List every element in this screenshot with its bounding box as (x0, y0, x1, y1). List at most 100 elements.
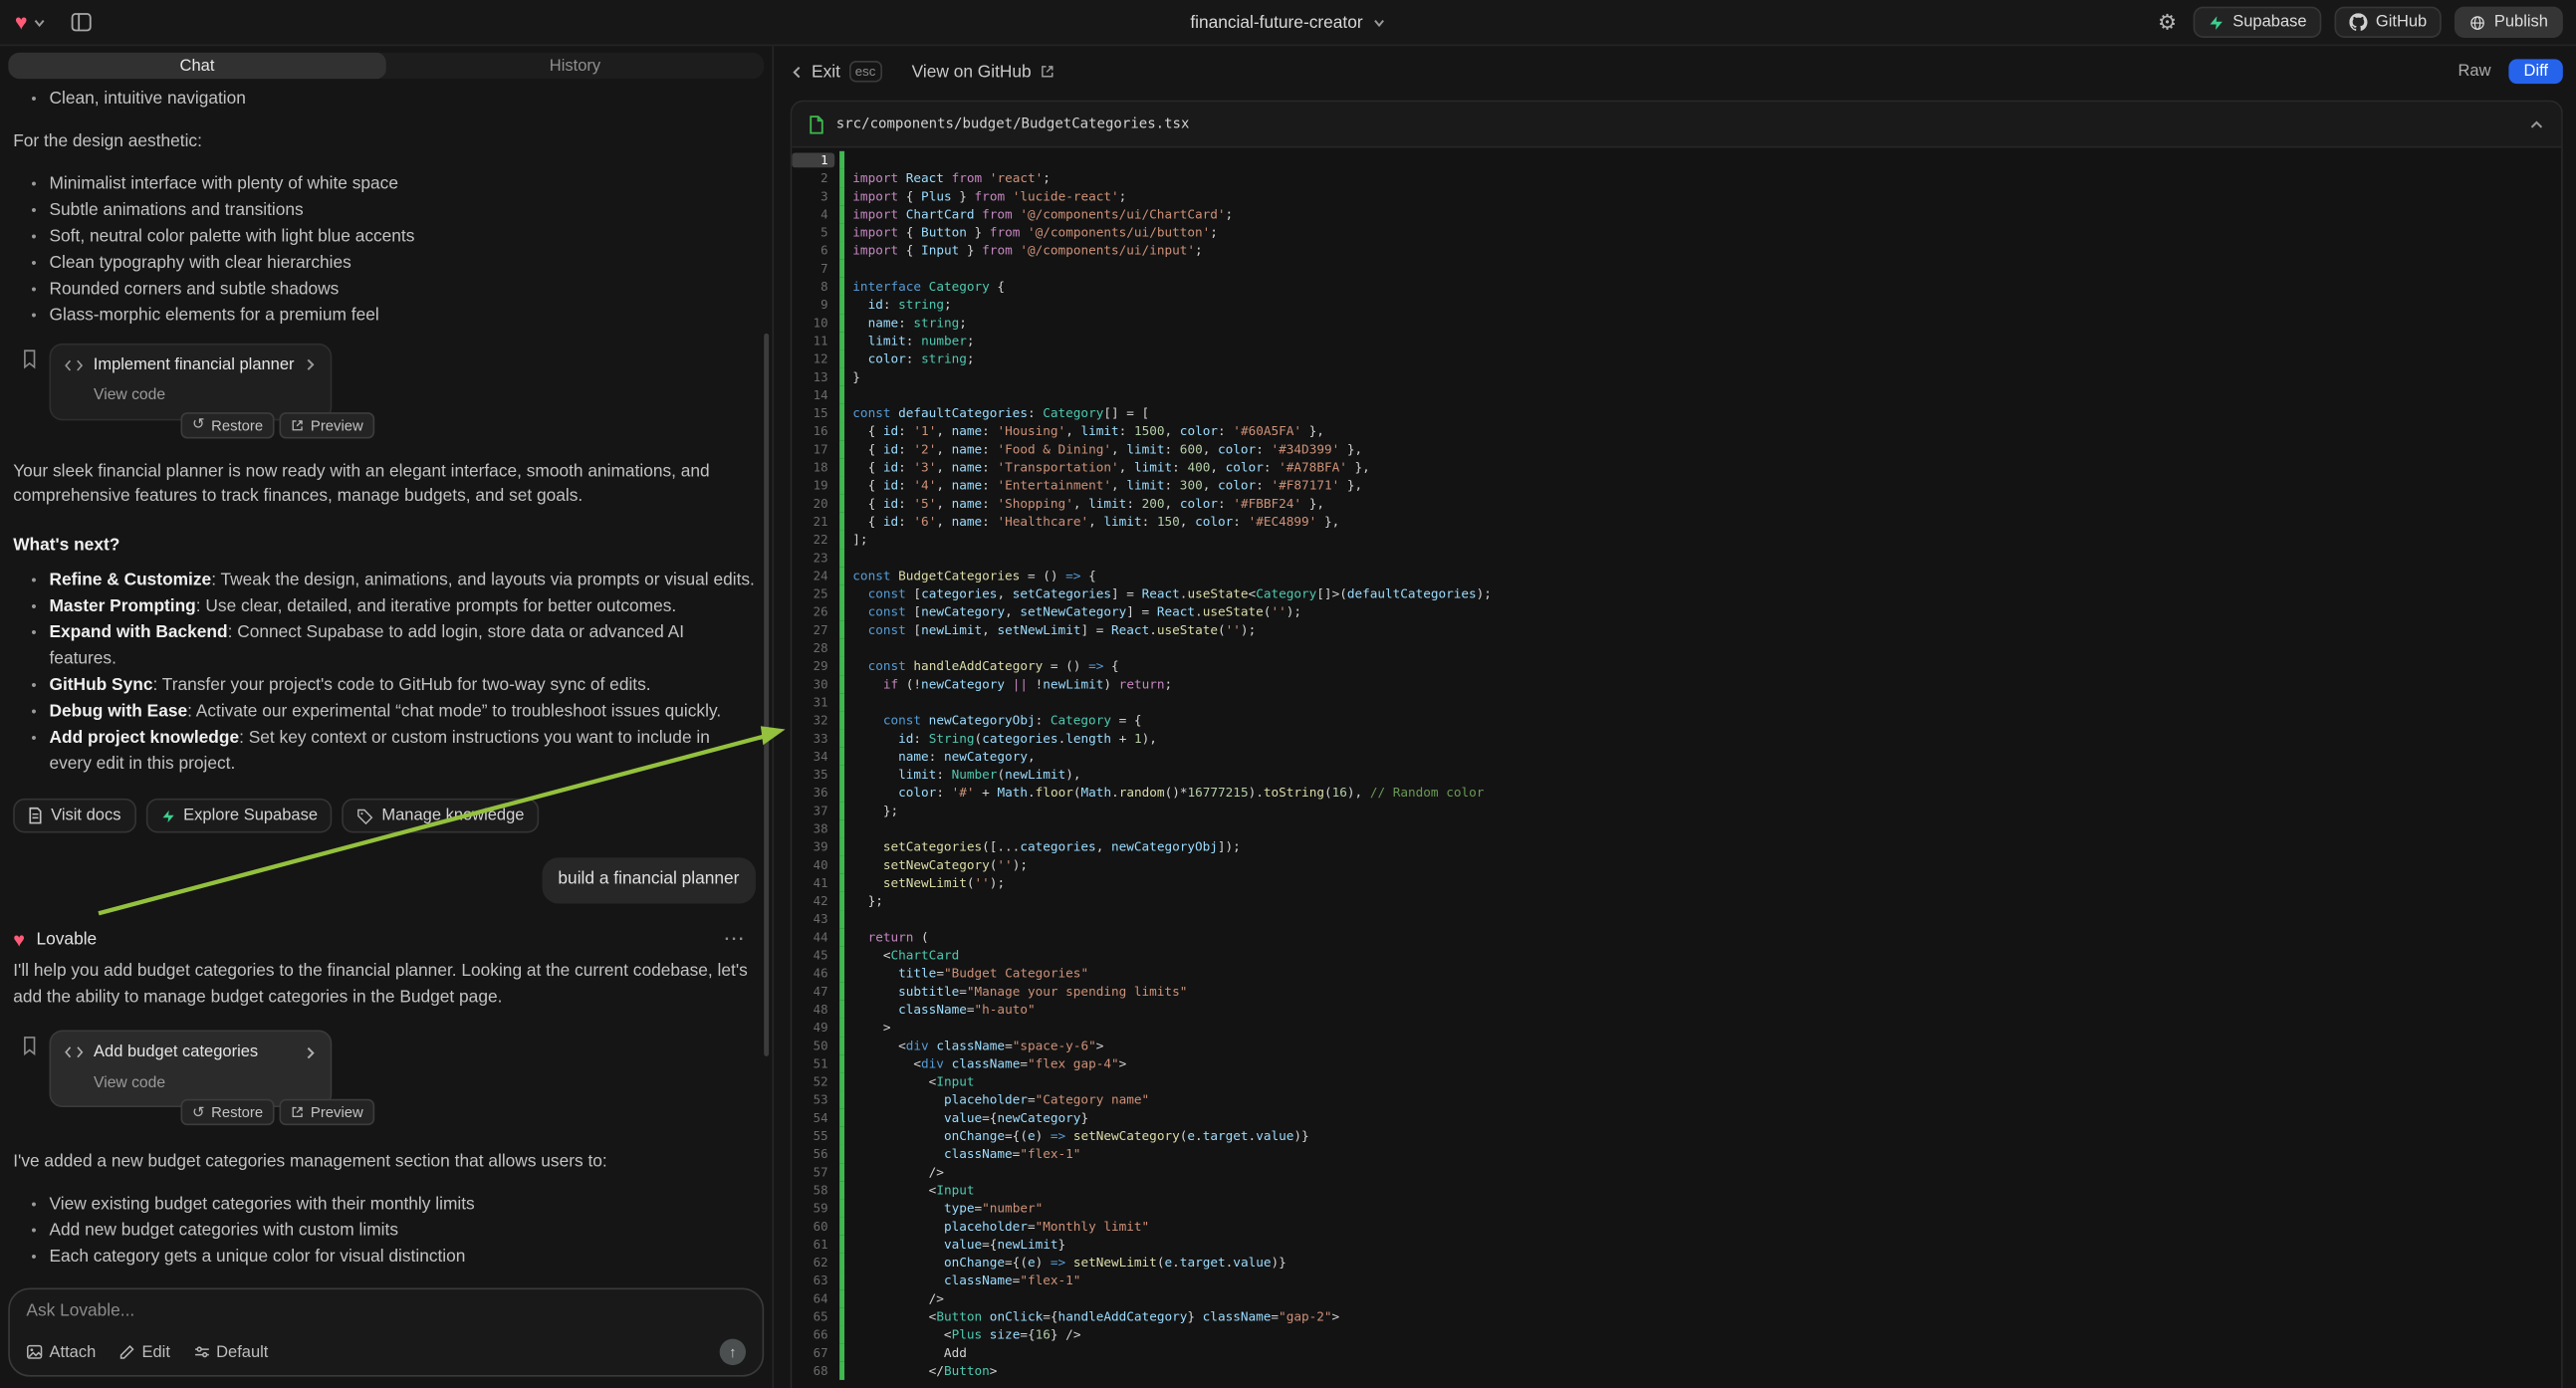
restore-button[interactable]: ↺ Restore (180, 1099, 274, 1125)
tag-icon (357, 808, 373, 823)
workspace-menu-button[interactable]: ♥ (15, 12, 46, 33)
card-title: Add budget categories (94, 1040, 294, 1065)
code-text: <ChartCard (852, 946, 959, 964)
line-number: 35 (792, 768, 834, 783)
diff-added-marker (839, 440, 844, 458)
restore-button[interactable]: ↺ Restore (180, 411, 274, 437)
code-text: placeholder="Monthly limit" (852, 1218, 1149, 1236)
line-number: 16 (792, 424, 834, 439)
code-line: 64 /> (792, 1289, 2561, 1307)
code-line: 9 id: string; (792, 296, 2561, 314)
diff-added-marker (839, 260, 844, 278)
github-button[interactable]: GitHub (2335, 7, 2442, 38)
version-card-add-budget-categories[interactable]: Add budget categories View code (49, 1030, 332, 1107)
project-switcher[interactable]: financial-future-creator (1190, 0, 1385, 45)
file-header[interactable]: src/components/budget/BudgetCategories.t… (792, 102, 2561, 147)
code-text: onChange={(e) => setNewLimit(e.target.va… (852, 1254, 1286, 1272)
list-item: Add new budget categories with custom li… (13, 1217, 756, 1243)
code-text: id: string; (852, 296, 951, 314)
code-text: return ( (852, 928, 928, 946)
code-line: 33 id: String(categories.length + 1), (792, 730, 2561, 748)
code-line: 60 placeholder="Monthly limit" (792, 1218, 2561, 1236)
code-text: import { Plus } from 'lucide-react'; (852, 187, 1126, 205)
code-text: name: newCategory, (852, 748, 1035, 766)
code-line: 7 (792, 260, 2561, 278)
code-text: const [categories, setCategories] = Reac… (852, 584, 1492, 602)
code-panel: Exit esc View on GitHub Raw Diff (772, 46, 2576, 1388)
code-text: import { Input } from '@/components/ui/i… (852, 242, 1202, 260)
edit-button[interactable]: Edit (118, 1343, 170, 1361)
list-item: Each category gets a unique color for vi… (13, 1243, 756, 1269)
line-number: 13 (792, 369, 834, 384)
preview-button[interactable]: Preview (280, 1099, 375, 1125)
code-text: placeholder="Category name" (852, 1091, 1149, 1109)
external-link-icon (291, 418, 304, 431)
line-number: 12 (792, 351, 834, 366)
code-text: setNewCategory(''); (852, 856, 1028, 874)
code-line: 18 { id: '3', name: 'Transportation', li… (792, 458, 2561, 476)
line-number: 20 (792, 496, 834, 511)
diff-added-marker (839, 476, 844, 494)
publish-button[interactable]: Publish (2455, 7, 2563, 38)
code-line: 10 name: string; (792, 314, 2561, 332)
list-item: Rounded corners and subtle shadows (13, 275, 756, 301)
code-text: value={newLimit} (852, 1236, 1065, 1254)
line-number: 28 (792, 640, 834, 655)
code-line: 54 value={newCategory} (792, 1109, 2561, 1127)
app-window: ♥ financial-future-creator ⚙ Supa (0, 0, 2576, 1388)
version-card-implement-financial-planner[interactable]: Implement financial planner View code (49, 343, 332, 420)
mode-selector[interactable]: Default (193, 1343, 268, 1361)
bookmark-icon[interactable] (21, 347, 37, 368)
diff-added-marker (839, 1362, 844, 1380)
code-line: 11 limit: number; (792, 332, 2561, 349)
chat-input[interactable] (26, 1301, 746, 1326)
message-more-options-icon[interactable]: ··· (725, 927, 756, 953)
code-text: { id: '3', name: 'Transportation', limit… (852, 458, 1369, 476)
diff-toggle[interactable]: Diff (2509, 59, 2563, 84)
raw-toggle[interactable]: Raw (2440, 63, 2508, 81)
line-number: 60 (792, 1219, 834, 1234)
list-item: Clean, intuitive navigation (13, 86, 756, 112)
code-icon (64, 1045, 84, 1060)
supabase-label: Supabase (2232, 13, 2306, 31)
code-line: 66 <Plus size={16} /> (792, 1325, 2561, 1343)
toggle-sidebar-icon[interactable] (70, 12, 91, 33)
code-line: 24const BudgetCategories = () => { (792, 567, 2561, 584)
line-number: 17 (792, 442, 834, 457)
code-text: const handleAddCategory = () => { (852, 657, 1118, 675)
view-on-github-link[interactable]: View on GitHub (912, 62, 1054, 82)
tab-history[interactable]: History (386, 53, 764, 79)
view-code-link[interactable]: View code (94, 1070, 317, 1096)
attach-button[interactable]: Attach (26, 1343, 96, 1361)
line-number: 8 (792, 279, 834, 294)
settings-gear-icon[interactable]: ⚙ (2158, 9, 2177, 35)
code-line: 59 type="number" (792, 1199, 2561, 1217)
explore-supabase-button[interactable]: Explore Supabase (145, 799, 333, 833)
visit-docs-button[interactable]: Visit docs (13, 799, 135, 833)
view-on-github-label: View on GitHub (912, 62, 1032, 82)
view-code-link[interactable]: View code (94, 382, 317, 408)
document-icon (28, 807, 43, 824)
manage-knowledge-button[interactable]: Manage knowledge (343, 799, 540, 833)
code-text: const defaultCategories: Category[] = [ (852, 404, 1149, 422)
diff-added-marker (839, 910, 844, 928)
chevron-up-icon[interactable] (2528, 117, 2544, 130)
exit-button[interactable]: Exit esc (791, 61, 882, 82)
ready-paragraph: Your sleek financial planner is now read… (13, 459, 756, 510)
line-number: 37 (792, 804, 834, 818)
chat-scrollbar[interactable] (764, 334, 769, 1056)
code-line: 38 (792, 819, 2561, 837)
line-number: 2 (792, 171, 834, 186)
added-paragraph: I've added a new budget categories manag… (13, 1150, 756, 1176)
line-number: 53 (792, 1092, 834, 1107)
manage-knowledge-label: Manage knowledge (381, 807, 524, 824)
code-text: type="number" (852, 1199, 1043, 1217)
tab-chat[interactable]: Chat (8, 53, 385, 79)
preview-button[interactable]: Preview (280, 411, 375, 437)
bookmark-icon[interactable] (21, 1035, 37, 1055)
send-button[interactable]: ↑ (720, 1339, 746, 1365)
supabase-button[interactable]: Supabase (2194, 7, 2322, 38)
line-number: 6 (792, 243, 834, 258)
diff-added-marker (839, 1163, 844, 1181)
line-number: 1 (792, 152, 834, 167)
